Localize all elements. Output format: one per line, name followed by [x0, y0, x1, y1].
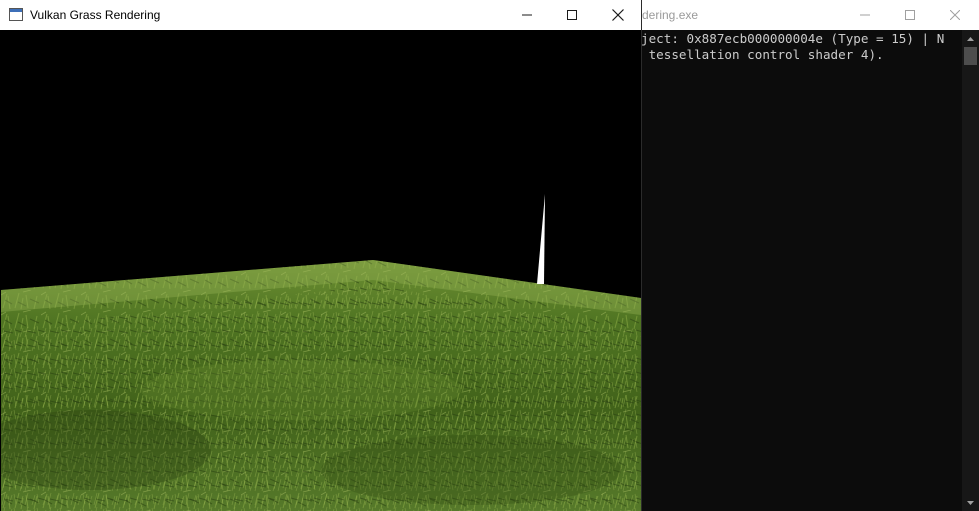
close-icon — [612, 9, 624, 21]
console-window: dering.exe ject: 0x887ecb000000004e (Typ… — [600, 0, 979, 511]
scroll-up-icon[interactable] — [962, 30, 979, 47]
scrollbar-thumb[interactable] — [964, 47, 977, 65]
maximize-icon — [567, 10, 577, 20]
close-button[interactable] — [595, 0, 641, 30]
console-maximize-button[interactable] — [887, 0, 932, 30]
maximize-icon — [904, 10, 915, 20]
maximize-button[interactable] — [549, 0, 595, 30]
minimize-icon — [859, 14, 870, 16]
render-viewport[interactable] — [1, 30, 641, 511]
grass-blade — [537, 194, 545, 284]
console-line: tessellation control shader 4). — [641, 47, 884, 62]
console-line: ject: 0x887ecb000000004e (Type = 15) | N — [641, 31, 945, 46]
minimize-button[interactable] — [504, 0, 550, 30]
app-titlebar[interactable]: Vulkan Grass Rendering — [0, 0, 641, 30]
console-output[interactable]: ject: 0x887ecb000000004e (Type = 15) | N… — [641, 30, 959, 511]
console-titlebar[interactable]: dering.exe — [600, 0, 979, 30]
app-window: Vulkan Grass Rendering — [0, 0, 641, 511]
app-title: Vulkan Grass Rendering — [30, 8, 161, 22]
close-icon — [949, 10, 960, 20]
console-scrollbar[interactable] — [962, 30, 979, 511]
minimize-icon — [522, 14, 532, 16]
console-minimize-button[interactable] — [842, 0, 887, 30]
grass-scene — [1, 194, 641, 511]
console-close-button[interactable] — [932, 0, 977, 30]
scroll-down-icon[interactable] — [962, 494, 979, 511]
window-app-icon — [9, 8, 23, 21]
console-title: dering.exe — [642, 8, 699, 22]
